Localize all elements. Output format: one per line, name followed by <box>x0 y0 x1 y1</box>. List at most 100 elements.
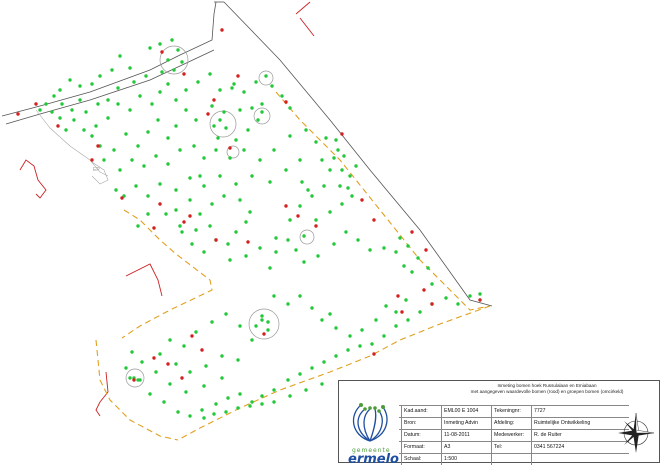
tree-symbol <box>304 388 308 392</box>
tree-symbol <box>348 334 352 338</box>
tree-symbol <box>336 148 340 152</box>
tree-symbol <box>222 194 226 198</box>
tree-symbol <box>310 306 314 310</box>
tree-symbol <box>268 180 272 184</box>
tree-symbol <box>468 294 472 298</box>
tree-symbol <box>250 338 254 342</box>
tree-symbol <box>218 174 222 178</box>
tree-symbol <box>238 392 242 396</box>
tree-symbol <box>250 106 254 110</box>
tree-symbol <box>158 42 162 46</box>
tree-symbol <box>258 246 262 250</box>
tree-symbol <box>178 224 182 228</box>
tree-symbol <box>268 266 272 270</box>
tree-symbol <box>248 210 252 214</box>
drawing-title: Inmeting bomen hoek Russulalaan en Emiab… <box>435 383 659 395</box>
tree-symbol <box>260 314 264 318</box>
tree-symbol <box>314 218 318 222</box>
tree-symbol <box>328 312 332 316</box>
tree-symbol <box>230 86 234 90</box>
tree-symbol <box>114 188 118 192</box>
tree-symbol <box>238 198 242 202</box>
tree-symbol <box>338 184 342 188</box>
tree-symbol <box>176 410 180 414</box>
tree-symbol <box>316 254 320 258</box>
tree-symbol <box>360 328 364 332</box>
tree-symbol <box>136 144 140 148</box>
tree-symbol <box>274 250 278 254</box>
tree-symbol <box>340 202 344 206</box>
tree-symbol <box>298 158 302 162</box>
tree-symbol <box>212 124 216 128</box>
field-label2: Tekeningnr: <box>491 405 531 417</box>
valuable-tree-symbol <box>236 74 240 78</box>
tree-symbol <box>146 130 150 134</box>
tree-symbol <box>288 394 292 398</box>
tree-symbol <box>128 66 132 70</box>
tree-symbol <box>328 168 332 172</box>
tree-symbol <box>200 408 204 412</box>
valuable-tree-symbol <box>206 112 210 116</box>
tree-symbol <box>90 82 94 86</box>
tree-symbol <box>84 110 88 114</box>
tree-group-circle <box>209 110 237 138</box>
tree-symbol <box>320 318 324 322</box>
tree-symbol <box>130 158 134 162</box>
tree-symbol <box>118 54 122 58</box>
tree-symbol <box>158 352 162 356</box>
valuable-tree-symbol <box>180 376 184 380</box>
tree-symbol <box>286 302 290 306</box>
tree-symbol <box>382 334 386 338</box>
tree-symbol <box>124 366 128 370</box>
tree-symbol <box>398 236 402 240</box>
tree-symbol <box>162 400 166 404</box>
tree-symbol <box>130 350 134 354</box>
tree-symbol <box>340 168 344 172</box>
valuable-tree-symbol <box>214 238 218 242</box>
building-outlines <box>19 1 315 417</box>
tree-symbol <box>260 102 264 106</box>
tree-symbol <box>170 38 174 42</box>
field-value: EML00 E 1004 <box>441 405 491 417</box>
tree-symbol <box>322 360 326 364</box>
tree-symbol <box>78 84 82 88</box>
tree-symbol <box>266 328 270 332</box>
tree-symbol <box>244 254 248 258</box>
tree-symbol <box>218 88 222 92</box>
tree-symbol <box>224 126 228 130</box>
tree-symbol <box>248 404 252 408</box>
tree-symbol <box>172 68 176 72</box>
tree-symbol <box>174 208 178 212</box>
tree-symbol <box>314 140 318 144</box>
tree-symbol <box>60 102 64 106</box>
tree-symbol <box>82 128 86 132</box>
tree-symbol <box>298 204 302 208</box>
tree-symbol <box>224 312 228 316</box>
valuable-tree-symbol <box>190 334 194 338</box>
tree-symbol <box>142 164 146 168</box>
tree-symbol <box>78 98 82 102</box>
tree-symbol <box>214 402 218 406</box>
tree-symbol <box>102 158 106 162</box>
tree-symbol <box>166 136 170 140</box>
valuable-tree-symbol <box>158 202 162 206</box>
field-label2: Tel: <box>491 441 531 453</box>
tree-symbol <box>236 406 240 410</box>
title-line-2: met aangegeven waardevolle bomen (rood) … <box>470 389 624 394</box>
tree-symbol <box>58 88 62 92</box>
tree-symbol <box>370 342 374 346</box>
field-label2: Medewerker: <box>491 429 531 441</box>
tree-symbol <box>202 384 206 388</box>
tree-symbol <box>302 260 306 264</box>
tree-symbol <box>174 124 178 128</box>
tree-symbol <box>250 174 254 178</box>
valuable-tree-symbol <box>396 294 400 298</box>
north-arrow-icon <box>618 412 655 453</box>
tree-symbol <box>260 394 264 398</box>
tree-symbol <box>154 154 158 158</box>
tree-symbol <box>176 48 180 52</box>
tree-symbol <box>260 402 264 406</box>
tree-symbol <box>406 318 410 322</box>
tree-symbol <box>212 412 216 416</box>
tree-symbol <box>356 238 360 242</box>
